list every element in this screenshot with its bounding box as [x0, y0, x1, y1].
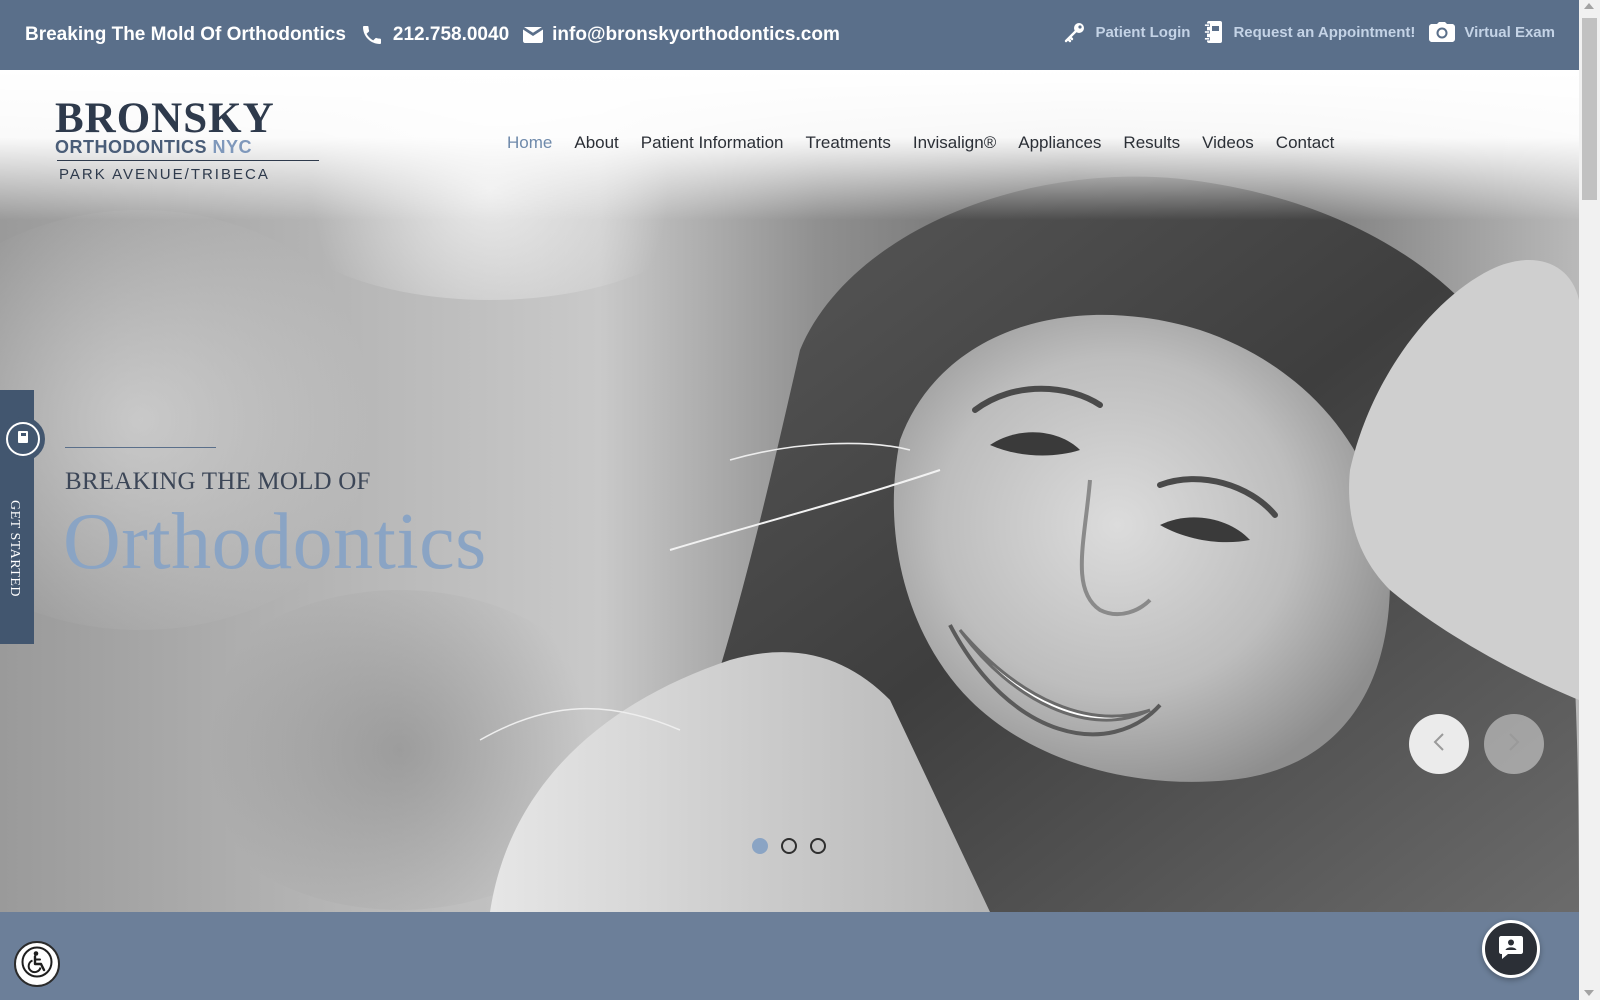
virtual-exam-label: Virtual Exam — [1464, 23, 1555, 41]
scroll-thumb[interactable] — [1582, 18, 1597, 200]
content-band — [0, 912, 1579, 1000]
email-address: info@bronskyorthodontics.com — [552, 24, 840, 45]
logo-subtitle-accent: NYC — [212, 137, 253, 157]
slider-dot-3[interactable] — [810, 838, 826, 854]
virtual-exam-link[interactable]: Virtual Exam — [1429, 22, 1555, 42]
wheelchair-icon — [21, 946, 53, 983]
scroll-down-arrow[interactable] — [1584, 990, 1594, 996]
patient-login-link[interactable]: Patient Login — [1064, 21, 1190, 43]
slider-pagination — [752, 838, 826, 854]
envelope-icon — [523, 27, 544, 43]
nav-item-home[interactable]: Home — [507, 133, 552, 153]
logo-subtitle: ORTHODONTICS NYC — [55, 137, 335, 157]
slider-dot-1[interactable] — [752, 838, 768, 854]
phone-link[interactable]: 212.758.0040 — [360, 23, 509, 47]
nav-item-contact[interactable]: Contact — [1276, 133, 1335, 153]
nav-item-patient-information[interactable]: Patient Information — [641, 133, 784, 153]
patient-login-label: Patient Login — [1095, 23, 1191, 41]
email-link[interactable]: info@bronskyorthodontics.com — [523, 24, 840, 46]
get-started-icon-badge — [1, 417, 45, 461]
nav-item-appliances[interactable]: Appliances — [1018, 133, 1101, 153]
notebook-icon — [16, 430, 30, 449]
phone-number: 212.758.0040 — [392, 24, 510, 45]
nav-item-videos[interactable]: Videos — [1202, 133, 1254, 153]
logo-locations: PARK AVENUE/TRIBECA — [59, 166, 270, 183]
get-started-label: GET STARTED — [7, 500, 22, 597]
camera-icon — [1429, 22, 1456, 42]
chat-button[interactable] — [1482, 920, 1540, 978]
chat-icon — [1498, 934, 1524, 965]
nav-item-invisalign[interactable]: Invisalign® — [913, 133, 996, 153]
slider-prev-button[interactable] — [1409, 714, 1469, 774]
slider-dot-2[interactable] — [781, 838, 797, 854]
logo-subtitle-main: ORTHODONTICS — [55, 137, 207, 157]
page-scrollbar[interactable] — [1579, 0, 1600, 1000]
get-started-tab[interactable]: GET STARTED — [0, 390, 45, 644]
top-bar-contact: Breaking The Mold Of Orthodontics 212.75… — [25, 23, 840, 47]
hero-divider — [65, 447, 216, 448]
chevron-right-icon — [1507, 732, 1521, 757]
nav-item-treatments[interactable]: Treatments — [806, 133, 891, 153]
nav-item-about[interactable]: About — [574, 133, 618, 153]
scroll-up-arrow[interactable] — [1584, 3, 1594, 9]
top-bar: Breaking The Mold Of Orthodontics 212.75… — [0, 0, 1579, 70]
bronsky-logo[interactable]: BRONSKY ORTHODONTICS NYC PARK AVENUE/TRI… — [55, 95, 335, 183]
request-appointment-label: Request an Appointment! — [1233, 23, 1416, 41]
tagline: Breaking The Mold Of Orthodontics — [25, 24, 346, 45]
chevron-left-icon — [1432, 732, 1446, 757]
main-nav: Home About Patient Information Treatment… — [507, 133, 1334, 153]
top-bar-links: Patient Login Request an Appointment! Vi… — [1064, 20, 1555, 44]
hero-portrait-image — [479, 176, 1579, 912]
logo-divider — [57, 160, 319, 161]
hero-title: Orthodontics — [63, 498, 487, 586]
logo-name: BRONSKY — [55, 95, 275, 142]
request-appointment-link[interactable]: Request an Appointment! — [1204, 20, 1415, 44]
appointment-icon — [1204, 20, 1224, 44]
hero-kicker: BREAKING THE MOLD OF — [65, 468, 371, 495]
nav-item-results[interactable]: Results — [1123, 133, 1180, 153]
accessibility-button[interactable] — [14, 941, 60, 987]
phone-icon — [360, 23, 384, 47]
slider-next-button[interactable] — [1484, 714, 1544, 774]
key-icon — [1064, 21, 1086, 43]
